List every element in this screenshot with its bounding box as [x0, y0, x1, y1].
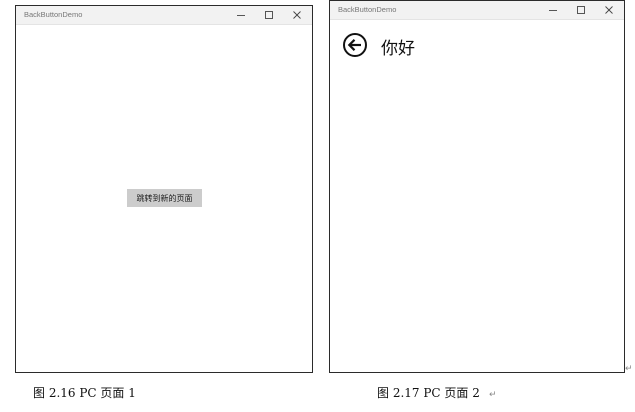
figure-caption-2-17: 图 2.17 PC 页面 2 [377, 386, 480, 400]
title-bar[interactable]: BackButtonDemo [330, 1, 624, 20]
window-title: BackButtonDemo [338, 5, 397, 14]
minimize-button[interactable] [539, 1, 567, 19]
app-window-page-1: BackButtonDemo 跳转到新的页面 [15, 5, 313, 373]
return-arrow-icon: ↵ [625, 364, 633, 374]
close-button[interactable] [595, 1, 623, 19]
minimize-icon [549, 10, 557, 11]
page-content: 你好 [330, 20, 624, 372]
back-button[interactable] [342, 32, 368, 58]
minimize-button[interactable] [227, 6, 255, 24]
close-icon [293, 11, 301, 19]
maximize-icon [265, 11, 273, 19]
navigate-to-new-page-button[interactable]: 跳转到新的页面 [127, 189, 202, 207]
minimize-icon [237, 15, 245, 16]
maximize-button[interactable] [567, 1, 595, 19]
back-arrow-circle-icon [343, 33, 367, 57]
page-title: 你好 [381, 39, 415, 59]
document-page: BackButtonDemo 跳转到新的页面 BackButtonDemo 你好… [0, 0, 635, 412]
page-content: 跳转到新的页面 [16, 25, 312, 372]
figure-caption-2-16: 图 2.16 PC 页面 1 [33, 386, 136, 400]
maximize-icon [577, 6, 585, 14]
title-bar[interactable]: BackButtonDemo [16, 6, 312, 25]
return-arrow-icon: ↵ [489, 390, 497, 400]
close-icon [605, 6, 613, 14]
app-window-page-2: BackButtonDemo 你好 [329, 0, 625, 373]
maximize-button[interactable] [255, 6, 283, 24]
window-title: BackButtonDemo [24, 10, 83, 19]
close-button[interactable] [283, 6, 311, 24]
